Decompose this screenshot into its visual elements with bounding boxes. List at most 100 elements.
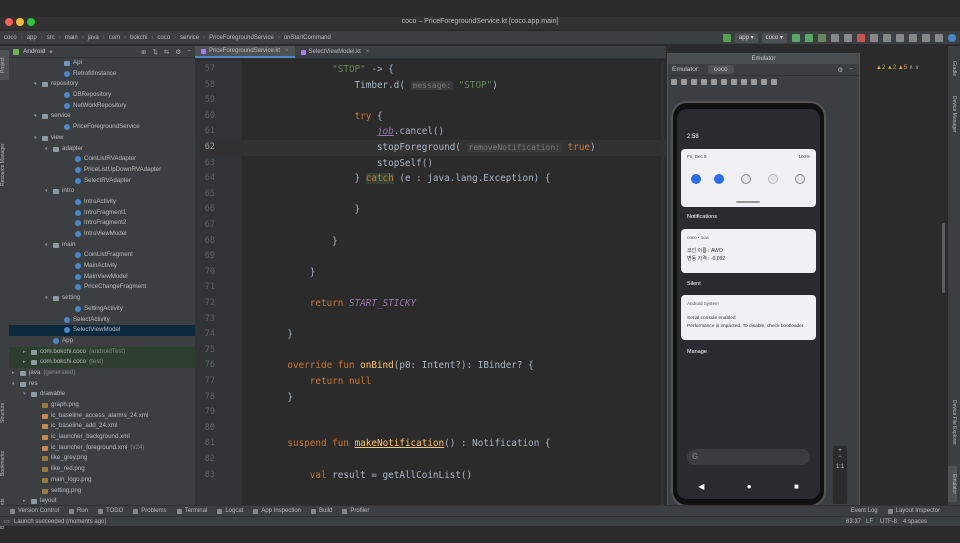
close-tab-icon[interactable]: × xyxy=(366,49,370,55)
dnd-tile-icon[interactable] xyxy=(741,174,751,184)
tree-item[interactable]: ▾ service xyxy=(9,111,195,122)
volume-up-icon[interactable] xyxy=(681,79,687,85)
code-line[interactable]: 82 xyxy=(195,452,666,468)
back-icon[interactable] xyxy=(721,79,727,85)
breadcrumb-item[interactable]: com › xyxy=(109,35,126,41)
tool-tab[interactable]: TODO xyxy=(98,508,123,514)
breadcrumb-item[interactable]: service › xyxy=(180,35,205,41)
breadcrumb-item[interactable]: PriceForegroundService › xyxy=(209,35,280,41)
chevron-down-icon[interactable]: ▾ xyxy=(45,240,48,251)
tree-item[interactable]: App xyxy=(9,336,195,347)
tree-item[interactable]: ic_baseline_access_alarms_24.xml xyxy=(9,411,195,422)
close-tab-icon[interactable]: × xyxy=(285,48,289,54)
tree-item[interactable]: MainActivity xyxy=(9,261,195,272)
sync-gradle-icon[interactable] xyxy=(870,33,878,42)
breadcrumb-item[interactable]: onStartCommand xyxy=(284,35,331,41)
tree-item[interactable]: ▾ drawable xyxy=(9,389,195,400)
chevron-down-icon[interactable]: ▾ xyxy=(34,79,37,90)
tree-item[interactable]: MainViewModel xyxy=(9,272,195,283)
device-select[interactable]: coco ▾ xyxy=(761,32,787,43)
phone-screen[interactable]: 2:58 Fri, Dec 9 100% Notifications coco … xyxy=(677,109,820,499)
tree-item[interactable]: ic_launcher_foreground.xml (v24) xyxy=(9,443,195,454)
breadcrumb-item[interactable]: coco › xyxy=(4,35,23,41)
tool-tab[interactable]: Profiler xyxy=(342,508,369,514)
code-line[interactable]: 60 try { xyxy=(195,109,666,125)
code-line[interactable]: 64 } catch (e : java.lang.Exception) { xyxy=(195,171,666,187)
coco-notification[interactable]: coco • now 코인 이름 : AWO 변동 가격 : -0.092 xyxy=(681,229,816,273)
code-area[interactable]: 57 "STOP" -> {58 Timber.d( message: "STO… xyxy=(195,60,666,516)
code-line[interactable]: 73 xyxy=(195,312,666,328)
code-line[interactable]: 83 val result = getAllCoinList() xyxy=(195,468,666,484)
tree-item[interactable]: like_red.png xyxy=(9,464,195,475)
tree-item[interactable]: IntroFragment2 xyxy=(9,218,195,229)
line-separator[interactable]: LF xyxy=(866,517,873,527)
chevron-down-icon[interactable]: ▾ xyxy=(12,379,15,390)
code-line[interactable]: 67 xyxy=(195,218,666,234)
layout-inspector-tab[interactable]: Layout Inspector xyxy=(887,508,940,514)
tree-item[interactable]: ▾ view xyxy=(9,133,195,144)
code-line[interactable]: 71 xyxy=(195,280,666,296)
code-line[interactable]: 57 "STOP" -> { xyxy=(195,62,666,78)
chevron-down-icon[interactable]: ▾ xyxy=(45,293,48,304)
breadcrumb-item[interactable]: coco › xyxy=(157,35,176,41)
avd-icon[interactable] xyxy=(909,33,917,42)
device-file-explorer-tab[interactable]: Device File Explorer xyxy=(948,391,957,453)
tree-item[interactable]: RetrofitInstance xyxy=(9,69,195,80)
code-line[interactable]: 76 override fun onBind(p0: Intent?): IBi… xyxy=(195,358,666,374)
nav-recents-icon[interactable]: ■ xyxy=(794,482,799,491)
project-view-select[interactable]: Android xyxy=(23,48,45,55)
code-line[interactable]: 62 stopForeground( removeNotification: t… xyxy=(195,140,666,156)
attach-debugger-icon[interactable] xyxy=(844,33,852,42)
code-line[interactable]: 69 xyxy=(195,249,666,265)
screenshot-icon[interactable] xyxy=(751,79,757,85)
search-icon[interactable] xyxy=(922,33,930,42)
qs-handle[interactable] xyxy=(736,201,760,203)
tree-item[interactable]: like_grey.png xyxy=(9,453,195,464)
code-line[interactable]: 77 return null xyxy=(195,374,666,390)
code-line[interactable]: 81 suspend fun makeNotification() : Noti… xyxy=(195,436,666,452)
tree-item[interactable]: ▾ res xyxy=(9,379,195,390)
tree-item[interactable]: main_logo.png xyxy=(9,475,195,486)
chevron-right-icon[interactable]: ▸ xyxy=(23,347,26,358)
manage-link[interactable]: Manage xyxy=(687,349,707,355)
settings-icon[interactable] xyxy=(935,33,943,42)
resource-manager-tab[interactable]: Resource Manager xyxy=(0,134,9,196)
project-tool-tab[interactable]: Project xyxy=(0,50,9,80)
chevron-right-icon[interactable]: ▸ xyxy=(23,357,26,368)
code-line[interactable]: 80 xyxy=(195,421,666,437)
code-line[interactable]: 61 job.cancel() xyxy=(195,124,666,140)
rotate-left-icon[interactable] xyxy=(701,79,707,85)
structure-tab[interactable]: Structure xyxy=(0,396,9,430)
breadcrumb-item[interactable]: src › xyxy=(47,35,61,41)
debug-icon[interactable] xyxy=(818,33,826,42)
rotate-tile-icon[interactable] xyxy=(795,174,805,184)
device-manager-tab[interactable]: Device Manager xyxy=(948,88,957,140)
emulator-device-tab[interactable]: coco xyxy=(707,65,734,74)
code-line[interactable]: 63 stopSelf() xyxy=(195,156,666,172)
tree-item[interactable]: CoinListRVAdapter xyxy=(9,154,195,165)
run-icon[interactable] xyxy=(792,33,800,42)
system-notification[interactable]: Android System Serial console enabled Pe… xyxy=(681,295,816,340)
tree-item[interactable]: ▾ setting xyxy=(9,293,195,304)
emulator-settings-icon[interactable]: ⚙ xyxy=(837,66,843,74)
chevron-down-icon[interactable]: ▾ xyxy=(45,186,48,197)
tool-tab[interactable]: Logcat xyxy=(217,508,243,514)
tree-item[interactable]: IntroActivity xyxy=(9,197,195,208)
nav-back-icon[interactable]: ◀ xyxy=(698,482,704,491)
code-line[interactable]: 78 } xyxy=(195,390,666,406)
tree-item[interactable]: IntroViewModel xyxy=(9,229,195,240)
gear-icon[interactable]: ⚙ xyxy=(175,48,181,56)
breadcrumb-item[interactable]: java › xyxy=(88,35,105,41)
chevron-right-icon[interactable]: ▸ xyxy=(12,368,15,379)
chevron-down-icon[interactable]: ▾ xyxy=(34,111,37,122)
sdk-manager-icon[interactable] xyxy=(896,33,904,42)
flashlight-tile-icon[interactable] xyxy=(768,174,778,184)
expand-all-icon[interactable]: ⇅ xyxy=(152,48,157,56)
hammer-icon[interactable] xyxy=(722,33,731,42)
indent-setting[interactable]: 4 spaces xyxy=(903,517,927,527)
warnings-indicator[interactable]: ▲2 ▲2 ▲5 ∧ ∨ xyxy=(876,64,919,71)
tree-item[interactable]: PriceListUpDownRVAdapter xyxy=(9,165,195,176)
tool-tab[interactable]: Build xyxy=(311,508,332,514)
wifi-tile-icon[interactable] xyxy=(691,174,701,184)
locate-icon[interactable]: ⊕ xyxy=(141,48,146,56)
